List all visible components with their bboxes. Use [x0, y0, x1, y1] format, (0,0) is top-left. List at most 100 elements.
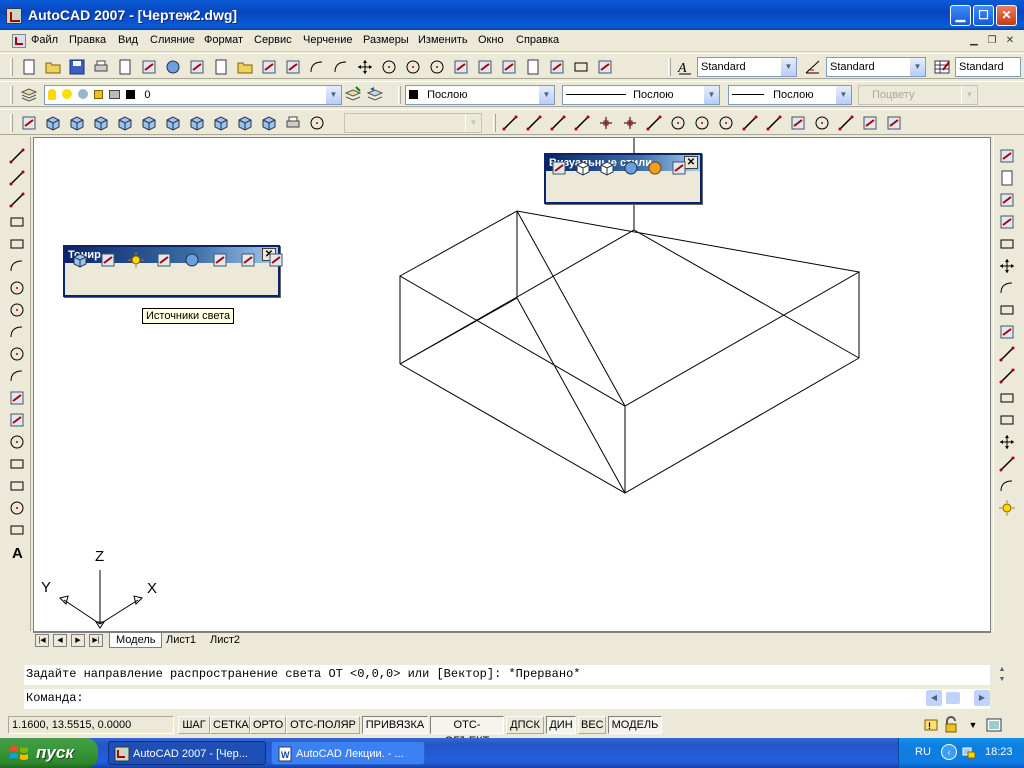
layer-previous-icon[interactable] — [366, 86, 384, 104]
break-icon[interactable] — [998, 411, 1016, 429]
network-icon[interactable] — [961, 745, 977, 761]
right-view-icon[interactable] — [116, 114, 134, 132]
publish-icon[interactable] — [140, 58, 158, 76]
scroll-right-icon[interactable]: ▶ — [974, 690, 990, 706]
perpendicular-icon[interactable] — [741, 114, 759, 132]
zoom-previous-icon[interactable] — [428, 58, 446, 76]
hide-icon[interactable] — [71, 251, 89, 269]
menu-modify[interactable]: Изменить — [418, 34, 468, 46]
erase-icon[interactable] — [998, 147, 1016, 165]
plot-preview-icon[interactable] — [116, 58, 134, 76]
break-at-point-icon[interactable] — [998, 389, 1016, 407]
insert-icon[interactable] — [789, 114, 807, 132]
array-icon[interactable] — [998, 235, 1016, 253]
ne-iso-icon[interactable] — [236, 114, 254, 132]
minimize-button[interactable]: ▁ — [950, 5, 971, 26]
linetype-control[interactable]: Послою ▼ — [562, 85, 720, 105]
materials-icon[interactable] — [183, 251, 201, 269]
paste-icon[interactable] — [236, 58, 254, 76]
trim-icon[interactable] — [998, 345, 1016, 363]
cut-icon[interactable] — [188, 58, 206, 76]
text-style-icon[interactable]: A — [676, 58, 694, 76]
point-icon[interactable] — [8, 433, 26, 451]
3d-wireframe-icon[interactable] — [574, 159, 592, 177]
top-view-icon[interactable] — [44, 114, 62, 132]
2d-wireframe-icon[interactable] — [550, 159, 568, 177]
3d-dwf-icon[interactable] — [164, 58, 182, 76]
lights-icon[interactable] — [127, 251, 145, 269]
se-iso-icon[interactable] — [212, 114, 230, 132]
make-object-layer-current-icon[interactable] — [344, 86, 362, 104]
clean-screen-icon[interactable] — [985, 716, 1003, 734]
tab-model[interactable]: Модель — [109, 633, 163, 648]
layer-manager-icon[interactable] — [20, 86, 38, 104]
communication-center-icon[interactable]: ! — [922, 716, 940, 734]
markup-icon[interactable] — [548, 58, 566, 76]
command-input[interactable]: Команда: — [24, 689, 990, 709]
command-scrollbar[interactable]: ▲ ▼ — [994, 665, 1010, 685]
horizontal-scrollbar[interactable]: ◀ ▶ — [926, 690, 990, 706]
construction-line-icon[interactable] — [8, 169, 26, 187]
ortho-toggle[interactable]: ОРТО — [250, 716, 286, 734]
region-icon[interactable] — [8, 499, 26, 517]
node-icon[interactable] — [813, 114, 831, 132]
scroll-down-icon[interactable]: ▼ — [994, 675, 1010, 685]
new-icon[interactable] — [20, 58, 38, 76]
doc-minimize-button[interactable]: ▁ — [966, 34, 982, 48]
osnap-settings-icon[interactable] — [885, 114, 903, 132]
join-icon[interactable] — [998, 433, 1016, 451]
tool-palettes-icon[interactable] — [500, 58, 518, 76]
dimension-style-select[interactable]: Standard ▼ — [826, 57, 926, 77]
zoom-realtime-icon[interactable] — [380, 58, 398, 76]
center-icon[interactable] — [669, 114, 687, 132]
properties-icon[interactable] — [452, 58, 470, 76]
circle-icon[interactable] — [8, 279, 26, 297]
polygon-icon[interactable] — [8, 213, 26, 231]
status-menu-arrow-icon[interactable]: ▼ — [964, 716, 982, 734]
copy-icon[interactable] — [212, 58, 230, 76]
first-tab-button[interactable]: |◀ — [35, 634, 49, 647]
ellipse-arc-icon[interactable] — [8, 367, 26, 385]
undo-icon[interactable] — [308, 58, 326, 76]
print-icon[interactable] — [92, 58, 110, 76]
back-view-icon[interactable] — [164, 114, 182, 132]
close-button[interactable]: ✕ — [996, 5, 1017, 26]
tangent-icon[interactable] — [717, 114, 735, 132]
scroll-left-icon[interactable]: ◀ — [926, 690, 942, 706]
nw-iso-icon[interactable] — [260, 114, 278, 132]
left-view-icon[interactable] — [92, 114, 110, 132]
tab-layout1[interactable]: Лист1 — [160, 633, 202, 648]
toolbar-grip[interactable] — [10, 86, 13, 104]
otrack-toggle[interactable]: ОТС-ОБЪЕКТ — [430, 716, 504, 747]
snap-toggle[interactable]: ШАГ — [178, 716, 210, 734]
copy-object-icon[interactable] — [998, 169, 1016, 187]
lwt-toggle[interactable]: ВЕС — [578, 716, 606, 734]
insert-block-icon[interactable] — [8, 389, 26, 407]
menu-file[interactable]: Файл — [31, 34, 58, 46]
scroll-up-icon[interactable]: ▲ — [994, 665, 1010, 675]
arc-icon[interactable] — [8, 257, 26, 275]
maximize-button[interactable]: ☐ — [973, 5, 994, 26]
camera-icon[interactable] — [284, 114, 302, 132]
mtext-icon[interactable]: A — [8, 543, 26, 561]
lock-icon[interactable] — [942, 716, 960, 734]
extend-icon[interactable] — [998, 367, 1016, 385]
advanced-render-settings-icon[interactable] — [267, 251, 285, 269]
menu-edit[interactable]: Правка — [69, 34, 106, 46]
table-style-icon[interactable] — [933, 58, 951, 76]
next-tab-button[interactable]: ▶ — [71, 634, 85, 647]
match-properties-icon[interactable] — [260, 58, 278, 76]
dimension-style-icon[interactable] — [804, 58, 822, 76]
dyn-toggle[interactable]: ДИН — [546, 716, 576, 734]
menu-dimension[interactable]: Размеры — [363, 34, 409, 46]
document-icon[interactable] — [12, 34, 26, 48]
toolbar-grip[interactable] — [668, 58, 671, 76]
text-style-select[interactable]: Standard ▼ — [697, 57, 797, 77]
design-center-icon[interactable] — [476, 58, 494, 76]
menu-tools[interactable]: Сервис — [254, 34, 292, 46]
move-icon[interactable] — [998, 257, 1016, 275]
parallel-icon[interactable] — [765, 114, 783, 132]
taskbar-item-word[interactable]: W AutoCAD Лекции. - ... — [271, 741, 425, 765]
intersection-icon[interactable] — [597, 114, 615, 132]
taskbar-item-autocad[interactable]: AutoCAD 2007 - [Чер... — [108, 741, 266, 765]
